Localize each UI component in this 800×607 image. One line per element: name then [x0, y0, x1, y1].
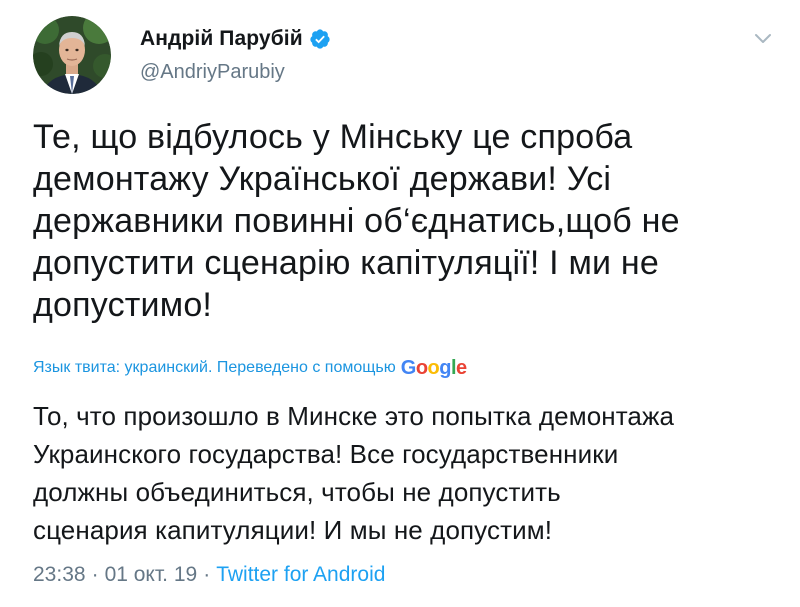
- tweet-header: Андрій Парубій @AndriyParubiy: [33, 16, 773, 96]
- verified-badge-icon: [309, 28, 331, 50]
- meta-separator: ·: [91, 563, 99, 586]
- tweet-card: Андрій Парубій @AndriyParubiy Те, що від…: [0, 0, 800, 607]
- avatar-photo: [33, 16, 111, 94]
- tweet-time[interactable]: 23:38: [33, 563, 86, 586]
- meta-separator: ·: [203, 563, 211, 586]
- translation-attribution[interactable]: Язык твита: украинский. Переведено с пом…: [33, 356, 467, 379]
- display-name-row[interactable]: Андрій Парубій: [140, 26, 331, 52]
- author-names: Андрій Парубій @AndriyParubiy: [140, 26, 331, 84]
- author-handle[interactable]: @AndriyParubiy: [140, 61, 331, 84]
- google-logo: Google: [400, 357, 467, 379]
- translated-text: То, что произошло в Минске это попытка д…: [33, 401, 675, 545]
- chevron-down-icon[interactable]: [753, 32, 773, 46]
- display-name[interactable]: Андрій Парубій: [140, 27, 303, 51]
- tweet-date[interactable]: 01 окт. 19: [105, 563, 198, 586]
- tweet-meta: 23:38 · 01 окт. 19 · Twitter for Android: [33, 563, 385, 587]
- tweet-text: Те, що відбулось у Мінську це спроба дем…: [33, 118, 680, 324]
- tweet-source-link[interactable]: Twitter for Android: [216, 563, 385, 586]
- avatar[interactable]: [33, 16, 111, 94]
- translation-label[interactable]: Язык твита: украинский. Переведено с пом…: [33, 359, 396, 377]
